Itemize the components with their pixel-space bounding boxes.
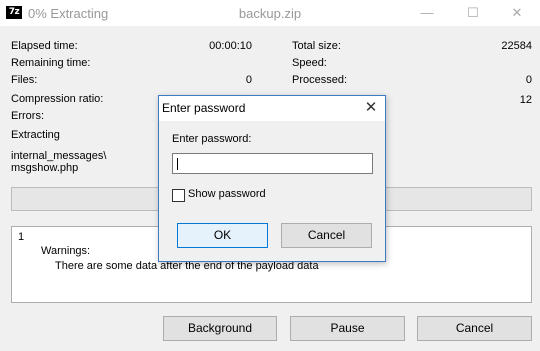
elapsed-time-label: Elapsed time: xyxy=(11,40,78,52)
errors-label: Errors: xyxy=(11,110,44,122)
total-size-label: Total size: xyxy=(292,40,341,52)
password-dialog: Enter password ✕ Enter password: Show pa… xyxy=(158,95,386,262)
files-value: 0 xyxy=(245,74,252,86)
show-password-label[interactable]: Show password xyxy=(188,188,266,200)
pause-button[interactable]: Pause xyxy=(290,316,405,341)
background-button[interactable]: Background xyxy=(163,316,277,341)
current-path-line2: msgshow.php xyxy=(11,162,79,174)
dialog-title: Enter password xyxy=(162,101,246,115)
maximize-button[interactable]: ☐ xyxy=(450,0,496,26)
text-caret xyxy=(177,158,178,170)
dialog-cancel-button[interactable]: Cancel xyxy=(281,223,372,248)
packed-size-value: 12 xyxy=(519,94,532,106)
password-prompt: Enter password: xyxy=(172,133,252,145)
remaining-time-label: Remaining time: xyxy=(11,57,91,69)
minimize-button[interactable]: — xyxy=(404,0,450,26)
log-row-number: 1 xyxy=(18,231,25,243)
processed-label: Processed: xyxy=(292,74,348,86)
ok-button[interactable]: OK xyxy=(177,223,268,248)
cancel-button[interactable]: Cancel xyxy=(417,316,532,341)
compression-ratio-label: Compression ratio: xyxy=(11,93,104,105)
total-size-value: 22584 xyxy=(501,40,532,52)
show-password-checkbox[interactable] xyxy=(172,189,185,202)
warnings-label: Warnings: xyxy=(41,245,91,257)
close-button[interactable]: ✕ xyxy=(494,0,540,26)
password-input[interactable] xyxy=(172,153,373,174)
current-action: Extracting xyxy=(11,129,60,141)
elapsed-time-value: 00:00:10 xyxy=(209,40,252,52)
dialog-close-icon[interactable]: ✕ xyxy=(357,96,385,121)
processed-value: 0 xyxy=(525,74,532,86)
speed-label: Speed: xyxy=(292,57,327,69)
files-label: Files: xyxy=(11,74,38,86)
